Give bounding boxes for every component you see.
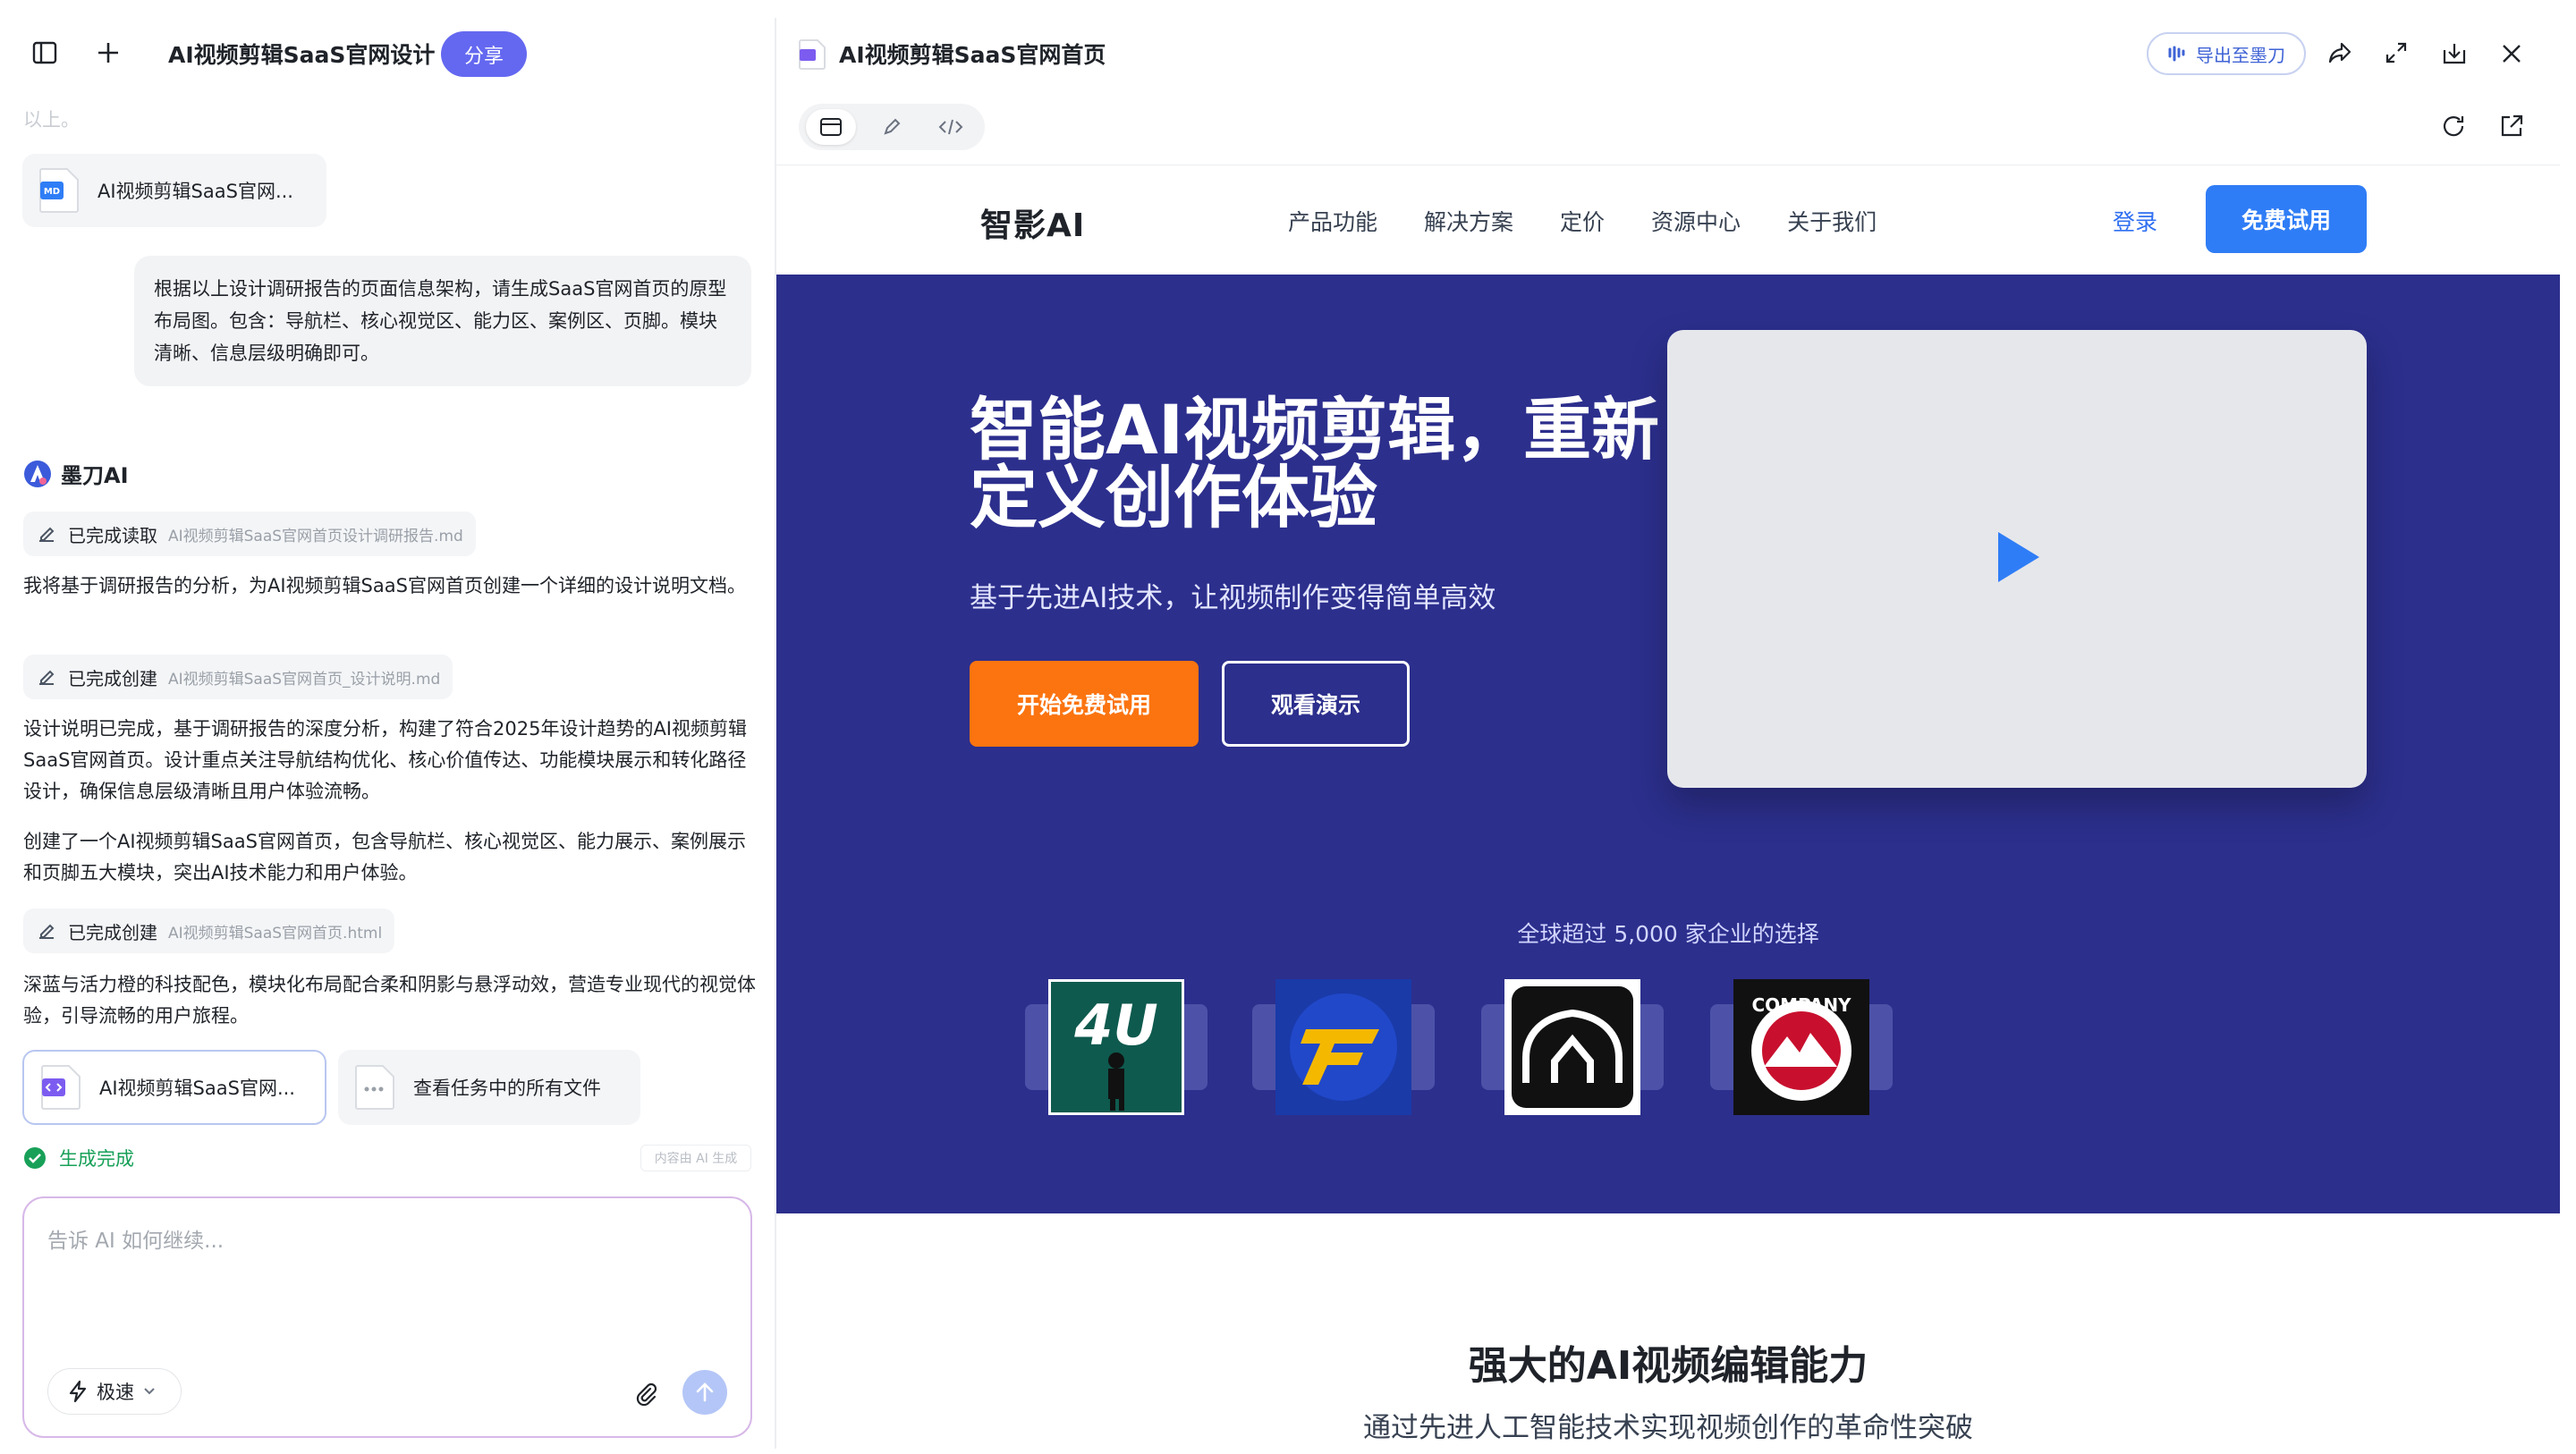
chevron-down-icon <box>143 1387 156 1396</box>
site-nav-item-features[interactable]: 产品功能 <box>1288 205 1377 237</box>
client-logo-4u-text: 4U <box>1073 993 1157 1058</box>
hero-title: 智能AI视频剪辑，重新定义创作体验 <box>970 390 1660 537</box>
html-file-icon <box>799 39 826 70</box>
tab-edit[interactable] <box>867 109 917 145</box>
play-icon[interactable] <box>1998 532 2039 582</box>
edit-icon <box>36 920 57 942</box>
all-files-card[interactable]: 查看任务中的所有文件 <box>338 1050 640 1125</box>
expand-icon[interactable] <box>2385 41 2408 64</box>
md-file-card[interactable]: MD AI视频剪辑SaaS官网... <box>22 154 326 227</box>
site-nav-item-resources[interactable]: 资源中心 <box>1651 205 1741 237</box>
faded-text: 以上。 <box>23 109 80 131</box>
client-logo-gt <box>1252 979 1435 1115</box>
paragraph-3: 创建了一个AI视频剪辑SaaS官网首页，包含导航栏、核心视觉区、能力展示、案例展… <box>23 831 746 883</box>
capability-section-title: 强大的AI视频编辑能力 <box>1468 1343 1868 1389</box>
md-file-name: AI视频剪辑SaaS官网... <box>97 181 293 202</box>
client-logo-company-text: COMPANY <box>1751 994 1852 1016</box>
trust-text: 全球超过 5,000 家企业的选择 <box>1517 921 1819 947</box>
start-free-trial-button[interactable]: 开始免费试用 <box>970 661 1199 747</box>
tab-code[interactable] <box>926 109 976 145</box>
agent-name: 墨刀AI <box>61 463 129 488</box>
client-logo-arch <box>1481 979 1664 1115</box>
all-files-label: 查看任务中的所有文件 <box>413 1078 601 1099</box>
pencil-icon <box>882 117 902 137</box>
share-icon[interactable] <box>2327 40 2352 65</box>
code-icon <box>938 117 963 137</box>
paragraph-1: 我将基于调研报告的分析，为AI视频剪辑SaaS官网首页创建一个详细的设计说明文档… <box>23 575 746 596</box>
browser-icon <box>819 117 843 137</box>
new-chat-icon[interactable] <box>97 41 120 64</box>
mode-selector[interactable]: 极速 <box>47 1368 182 1415</box>
download-icon[interactable] <box>2442 41 2467 66</box>
edit-icon <box>36 523 57 545</box>
preview-title: AI视频剪辑SaaS官网首页 <box>839 42 1106 68</box>
site-nav: 产品功能 解决方案 定价 资源中心 关于我们 <box>1288 205 1877 237</box>
user-message: 根据以上设计调研报告的页面信息架构，请生成SaaS官网首页的原型布局图。包含：导… <box>134 256 751 386</box>
ai-generated-tag: 内容由 AI 生成 <box>640 1145 751 1171</box>
video-placeholder[interactable] <box>1667 330 2367 788</box>
html-file-name: AI视频剪辑SaaS官网... <box>99 1078 295 1099</box>
share-button[interactable]: 分享 <box>441 31 527 77</box>
step-read[interactable]: 已完成读取 AI视频剪辑SaaS官网首页设计调研报告.md <box>23 511 476 556</box>
prompt-composer[interactable]: 告诉 AI 如何继续... 极速 <box>22 1196 752 1438</box>
check-circle-icon <box>23 1146 47 1170</box>
watch-demo-button[interactable]: 观看演示 <box>1222 661 1410 747</box>
export-button[interactable]: 导出至墨刀 <box>2147 32 2306 75</box>
hero-section: 智能AI视频剪辑，重新定义创作体验 基于先进AI技术，让视频制作变得简单高效 开… <box>776 275 2560 1213</box>
step-create-html[interactable]: 已完成创建 AI视频剪辑SaaS官网首页.html <box>23 909 395 953</box>
modao-logo-icon <box>23 460 52 488</box>
attachment-icon[interactable] <box>632 1381 659 1408</box>
generation-status: 生成完成 <box>23 1145 134 1171</box>
project-title: AI视频剪辑SaaS官网设计 <box>168 42 436 68</box>
site-logo[interactable]: 智影AI <box>980 199 1085 246</box>
done-label: 生成完成 <box>59 1148 134 1170</box>
send-button[interactable] <box>682 1370 727 1415</box>
open-external-icon[interactable] <box>2499 114 2524 139</box>
site-nav-item-pricing[interactable]: 定价 <box>1560 205 1605 237</box>
markdown-file-icon: MD <box>38 167 80 214</box>
site-free-trial-button[interactable]: 免费试用 <box>2206 185 2367 253</box>
site-nav-item-about[interactable]: 关于我们 <box>1787 205 1877 237</box>
prompt-input[interactable]: 告诉 AI 如何继续... <box>47 1223 224 1254</box>
view-mode-tabs <box>799 104 985 150</box>
paragraph-2: 设计说明已完成，基于调研报告的深度分析，构建了符合2025年设计趋势的AI视频剪… <box>23 718 747 802</box>
html-file-card[interactable]: AI视频剪辑SaaS官网... <box>22 1050 326 1125</box>
edit-icon <box>36 666 57 688</box>
more-files-icon <box>354 1064 395 1111</box>
html-file-icon <box>40 1064 81 1111</box>
tab-preview[interactable] <box>806 109 856 145</box>
site-login-link[interactable]: 登录 <box>2113 205 2157 237</box>
export-label: 导出至墨刀 <box>2196 44 2285 66</box>
site-preview-frame: 智影AI 产品功能 解决方案 定价 资源中心 关于我们 登录 免费试用 智能AI… <box>776 165 2560 1440</box>
lightning-icon <box>68 1380 88 1403</box>
modao-icon <box>2167 46 2187 62</box>
hero-subtitle: 基于先进AI技术，让视频制作变得简单高效 <box>970 582 1496 614</box>
capability-section-subtitle: 通过先进人工智能技术实现视频创作的革命性突破 <box>1363 1412 1973 1440</box>
mode-label: 极速 <box>97 1382 134 1403</box>
svg-text:MD: MD <box>44 187 60 197</box>
chat-panel: AI视频剪辑SaaS官网设计 分享 以上。 MD AI视频剪辑SaaS官网...… <box>0 0 771 1454</box>
client-logo-4u: 4U <box>1025 979 1208 1115</box>
agent-header: 墨刀AI <box>23 458 129 489</box>
client-logo-company: COMPANY <box>1710 979 1893 1115</box>
step-create-doc[interactable]: 已完成创建 AI视频剪辑SaaS官网首页_设计说明.md <box>23 655 453 699</box>
sidebar-toggle-icon[interactable] <box>32 41 57 64</box>
arrow-up-icon <box>695 1382 715 1403</box>
close-icon[interactable] <box>2501 43 2522 64</box>
refresh-icon[interactable] <box>2441 114 2466 139</box>
paragraph-4: 深蓝与活力橙的科技配色，模块化布局配合柔和阴影与悬浮动效，营造专业现代的视觉体验… <box>23 974 756 1027</box>
site-nav-item-solutions[interactable]: 解决方案 <box>1424 205 1513 237</box>
